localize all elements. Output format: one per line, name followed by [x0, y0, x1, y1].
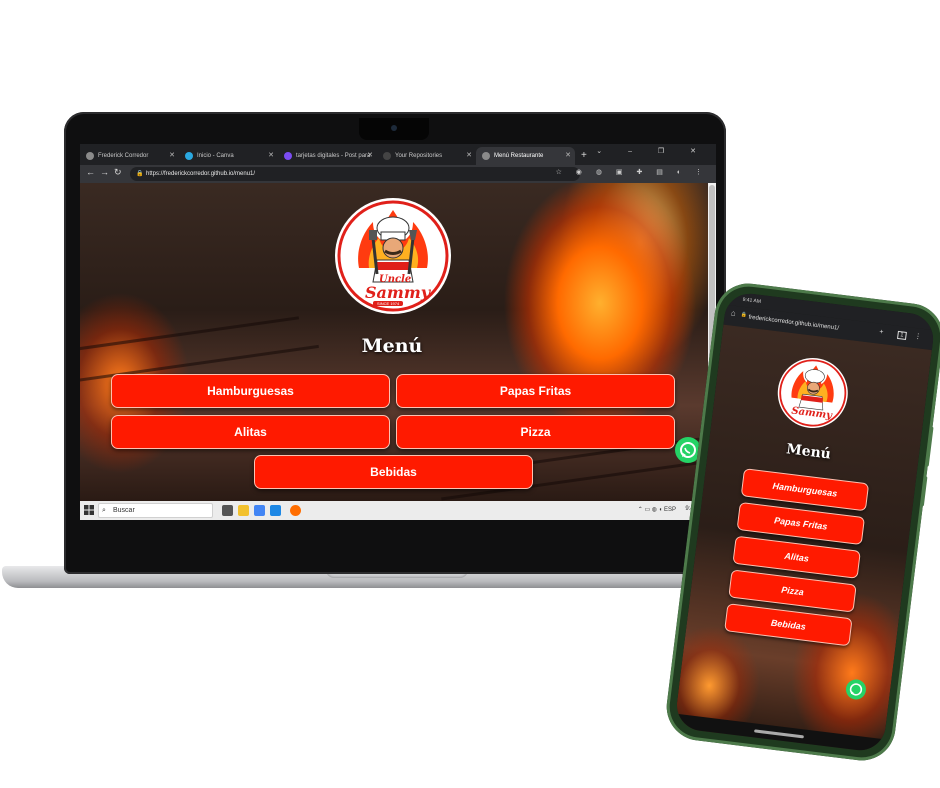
tab-menu-restaurante[interactable]: Menú Restaurante ✕ — [476, 147, 575, 165]
browser-toolbar: ← → ↻ 🔒 https://frederickcorredor.github… — [80, 165, 716, 183]
extension-icons[interactable]: ☆ ◉ ◍ ▣ ✚ ▤ ◐ ⋮ — [556, 168, 708, 176]
windows-taskbar: ⌕ Buscar ⌃ ▭ ◍ ◖ ESP 9:40 a. m. — [80, 501, 716, 520]
laptop-camera-notch — [359, 118, 429, 140]
vscode-icon[interactable] — [270, 505, 281, 516]
task-view-icon[interactable] — [222, 505, 233, 516]
menu-button-alitas[interactable]: Alitas — [111, 415, 390, 449]
search-icon: ⌕ — [102, 507, 106, 514]
logo-sammy-text: Sammy — [365, 283, 431, 302]
search-placeholder: Buscar — [113, 507, 135, 514]
home-indicator[interactable] — [753, 729, 804, 739]
tab-label: Frederick Corredor — [98, 153, 149, 159]
tab-your-repositories[interactable]: Your Repositories ✕ — [377, 147, 476, 165]
close-tab-icon[interactable]: ✕ — [565, 147, 571, 165]
close-tab-icon[interactable]: ✕ — [466, 147, 472, 165]
github-favicon-icon — [383, 152, 391, 160]
close-tab-icon[interactable]: ✕ — [268, 147, 274, 165]
menu-button-bebidas[interactable]: Bebidas — [254, 455, 533, 489]
file-explorer-icon[interactable] — [238, 505, 249, 516]
lock-icon: 🔒 — [740, 311, 748, 319]
whatsapp-icon — [849, 683, 863, 696]
windows-start-icon[interactable] — [84, 505, 94, 515]
tab-label: Menú Restaurante — [494, 153, 544, 159]
window-controls[interactable]: ⌄ – ❐ ✕ — [596, 147, 708, 155]
system-tray[interactable]: ⌃ ▭ ◍ ◖ ESP — [638, 506, 676, 513]
language-indicator[interactable]: ESP — [664, 507, 676, 513]
new-tab-button[interactable]: + — [575, 147, 593, 165]
chrome-icon[interactable] — [254, 505, 265, 516]
github-favicon-icon — [86, 152, 94, 160]
phone-toolbar-icons[interactable]: + 1 ⋮ — [879, 328, 928, 342]
canva-favicon-icon — [185, 152, 193, 160]
back-arrow-icon[interactable]: ← — [86, 167, 95, 177]
home-icon[interactable]: ⌂ — [730, 308, 736, 318]
lock-icon: 🔒 — [136, 171, 144, 177]
webcam-icon — [391, 125, 397, 131]
menu-button-hamburguesas[interactable]: Hamburguesas — [111, 374, 390, 408]
forward-arrow-icon[interactable]: → — [100, 167, 109, 177]
restaurant-menu-page: Uncle Sammy SINCE 1974 Menú Hamburguesas… — [80, 183, 716, 501]
url-text: https://frederickcorredor.github.io/menu… — [146, 171, 256, 177]
uncle-sammy-logo: Uncle Sammy SINCE 1974 — [335, 198, 451, 314]
chef-logo-icon — [779, 359, 847, 427]
menu-title: Menú — [785, 441, 832, 463]
whatsapp-button[interactable] — [844, 678, 868, 701]
uncle-sammy-logo: Sammy — [773, 353, 852, 432]
tab-label: tarjetas digitales - Post para — [296, 153, 371, 159]
tab-frederick-corredor[interactable]: Frederick Corredor ✕ — [80, 147, 179, 165]
taskbar-search-input[interactable]: ⌕ Buscar — [98, 503, 213, 518]
tab-tarjetas-digitales[interactable]: tarjetas digitales - Post para ✕ — [278, 147, 377, 165]
close-tab-icon[interactable]: ✕ — [367, 147, 373, 165]
tab-label: Inicio - Canva — [197, 153, 234, 159]
tab-canva[interactable]: Inicio - Canva ✕ — [179, 147, 278, 165]
menu-title: Menú — [361, 335, 423, 357]
reload-icon[interactable]: ↻ — [114, 167, 122, 178]
heart-favicon-icon — [284, 152, 292, 160]
tab-count-icon[interactable]: 1 — [896, 330, 907, 340]
menu-button-papas-fritas[interactable]: Papas Fritas — [396, 374, 675, 408]
logo-since-text: SINCE 1974 — [373, 301, 404, 306]
menu-button-pizza[interactable]: Pizza — [396, 415, 675, 449]
laptop-screen: Frederick Corredor ✕ Inicio - Canva ✕ ta… — [80, 144, 716, 520]
phone-status-time: 9:41 AM — [742, 296, 762, 305]
firefox-icon[interactable] — [290, 505, 301, 516]
address-bar[interactable]: 🔒 https://frederickcorredor.github.io/me… — [130, 167, 580, 181]
globe-favicon-icon — [482, 152, 490, 160]
browser-tab-bar: Frederick Corredor ✕ Inicio - Canva ✕ ta… — [80, 144, 716, 165]
tab-label: Your Repositories — [395, 153, 443, 159]
close-tab-icon[interactable]: ✕ — [169, 147, 175, 165]
